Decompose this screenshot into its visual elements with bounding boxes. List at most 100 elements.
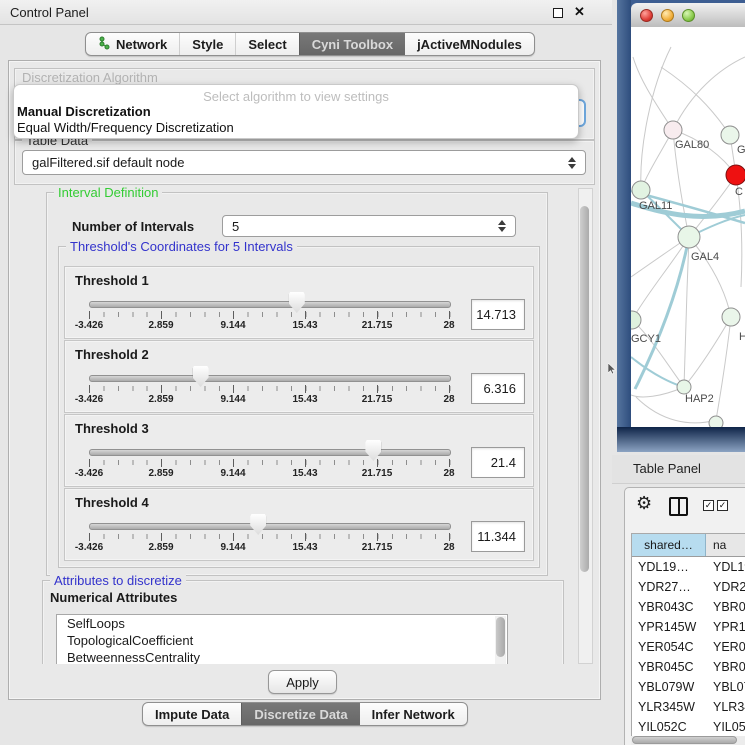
threshold-3-slider-track[interactable] xyxy=(89,449,451,456)
threshold-4-slider-track[interactable] xyxy=(89,523,451,530)
table-row[interactable]: YER054CYER05 xyxy=(632,637,745,657)
threshold-4-value-field[interactable]: 11.344 xyxy=(471,521,525,552)
node-bottom-cut[interactable] xyxy=(709,416,723,427)
spinner-arrows-icon[interactable] xyxy=(498,220,506,232)
checkbox-icon[interactable]: ✓ xyxy=(717,500,728,511)
cell-name[interactable]: YPR14 xyxy=(706,620,745,634)
table-data-combobox[interactable]: galFiltered.sif default node xyxy=(22,150,586,175)
slider-tick-labels: -3.4262.8599.14415.4321.71528 xyxy=(65,468,533,482)
cell-name[interactable]: YER05 xyxy=(706,640,745,654)
column-header-name[interactable]: na xyxy=(706,534,745,556)
tab-discretize-data[interactable]: Discretize Data xyxy=(241,703,359,725)
network-graph: GAL80 GA GAL11 C GAL4 GCY1 H HAP2 xyxy=(631,27,745,427)
tab-network[interactable]: Network xyxy=(86,33,179,55)
settings-vertical-scrollbar[interactable] xyxy=(578,188,593,664)
cell-shared-name[interactable]: YLR345W xyxy=(632,700,706,714)
column-header-shared-name[interactable]: shared… xyxy=(632,534,706,556)
cell-shared-name[interactable]: YBR043C xyxy=(632,600,706,614)
table-row[interactable]: YIL052CYIL05 xyxy=(632,717,745,737)
table-row[interactable]: YBR043CYBR04 xyxy=(632,597,745,617)
tab-infer-network[interactable]: Infer Network xyxy=(360,703,467,725)
table-row[interactable]: YBR045CYBR04 xyxy=(632,657,745,677)
node-gal80[interactable] xyxy=(664,121,682,139)
attribute-item[interactable]: BetweennessCentrality xyxy=(57,649,507,664)
table-row[interactable]: YLR345WYLR34 xyxy=(632,697,745,717)
checkbox-icon[interactable]: ✓ xyxy=(703,500,714,511)
node-selected-red[interactable] xyxy=(726,165,745,185)
node-h[interactable] xyxy=(722,308,740,326)
gear-icon[interactable]: ⚙ xyxy=(636,493,652,514)
apply-button[interactable]: Apply xyxy=(268,670,337,694)
cell-shared-name[interactable]: YBR045C xyxy=(632,660,706,674)
label-c-cut: C xyxy=(735,186,743,198)
table-row[interactable]: YDR27…YDR27 xyxy=(632,577,745,597)
threshold-1-value-field[interactable]: 14.713 xyxy=(471,299,525,330)
table-panel-header: Table Panel xyxy=(612,455,745,484)
cell-name[interactable]: YBL07 xyxy=(706,680,745,694)
tick-label: 21.715 xyxy=(362,394,393,405)
tab-style[interactable]: Style xyxy=(179,33,235,55)
cell-name[interactable]: YLR34 xyxy=(706,700,745,714)
tab-select[interactable]: Select xyxy=(235,33,298,55)
node-top-right[interactable] xyxy=(721,126,739,144)
cell-shared-name[interactable]: YDR27… xyxy=(632,580,706,594)
node-gal11[interactable] xyxy=(632,181,650,199)
threshold-1-label: Threshold 1 xyxy=(75,273,149,288)
tick-label: 15.43 xyxy=(292,468,317,479)
network-canvas[interactable]: GAL80 GA GAL11 C GAL4 GCY1 H HAP2 xyxy=(631,27,745,427)
cell-name[interactable]: YDR27 xyxy=(706,580,745,594)
spinner-arrows-icon[interactable] xyxy=(568,157,576,169)
close-icon[interactable]: ✕ xyxy=(574,4,585,20)
tick-label: -3.426 xyxy=(75,394,103,405)
table-horizontal-scrollbar[interactable] xyxy=(631,736,745,745)
node-hap2[interactable] xyxy=(677,380,691,394)
float-window-icon[interactable] xyxy=(553,8,563,18)
label-ga-cut: GA xyxy=(737,144,745,156)
cell-shared-name[interactable]: YER054C xyxy=(632,640,706,654)
threshold-2-label: Threshold 2 xyxy=(75,347,149,362)
attribute-item[interactable]: TopologicalCoefficient xyxy=(57,632,507,649)
threshold-2-slider-thumb[interactable] xyxy=(193,366,209,387)
threshold-2-value-field[interactable]: 6.316 xyxy=(471,373,525,404)
tick-label: 15.43 xyxy=(292,542,317,553)
mac-minimize-button[interactable] xyxy=(661,9,674,22)
table-row[interactable]: YBL079WYBL07 xyxy=(632,677,745,697)
cell-name[interactable]: YDL19 xyxy=(706,560,745,574)
cell-shared-name[interactable]: YDL19… xyxy=(632,560,706,574)
network-window-titlebar[interactable] xyxy=(631,3,745,28)
cell-shared-name[interactable]: YPR145W xyxy=(632,620,706,634)
threshold-1-slider-track[interactable] xyxy=(89,301,451,308)
scrollbar-thumb[interactable] xyxy=(580,206,589,572)
table-row[interactable]: YPR145WYPR14 xyxy=(632,617,745,637)
attributes-list-scrollbar[interactable] xyxy=(495,616,506,664)
dropdown-option-manual-discretization[interactable]: Manual Discretization xyxy=(17,104,151,119)
cell-name[interactable]: YBR04 xyxy=(706,660,745,674)
number-of-intervals-spinner[interactable]: 5 xyxy=(222,215,516,237)
threshold-3-block: Threshold 3 -3.4262.8599.14415.4321.7152… xyxy=(64,414,534,487)
dropdown-option-equal-width-frequency[interactable]: Equal Width/Frequency Discretization xyxy=(17,120,234,135)
columns-icon[interactable] xyxy=(669,497,688,516)
threshold-3-slider-thumb[interactable] xyxy=(365,440,381,461)
threshold-4-slider-thumb[interactable] xyxy=(250,514,266,535)
threshold-2-slider-track[interactable] xyxy=(89,375,451,382)
scrollbar-thumb[interactable] xyxy=(632,736,737,744)
cell-name[interactable]: YIL05 xyxy=(706,720,745,734)
network-window-bottom-border xyxy=(617,427,745,452)
threshold-3-value-field[interactable]: 21.4 xyxy=(471,447,525,478)
tab-jactivemnodules-label: jActiveMNodules xyxy=(417,37,522,52)
cell-name[interactable]: YBR04 xyxy=(706,600,745,614)
table-row[interactable]: YDL19…YDL19 xyxy=(632,557,745,577)
cell-shared-name[interactable]: YBL079W xyxy=(632,680,706,694)
mac-close-button[interactable] xyxy=(640,9,653,22)
tab-cyni-toolbox[interactable]: Cyni Toolbox xyxy=(299,33,405,55)
number-of-intervals-label: Number of Intervals xyxy=(72,219,194,234)
mac-zoom-button[interactable] xyxy=(682,9,695,22)
attribute-item[interactable]: SelfLoops xyxy=(57,615,507,632)
tab-jactivemnodules[interactable]: jActiveMNodules xyxy=(405,33,534,55)
tab-impute-data[interactable]: Impute Data xyxy=(143,703,241,725)
node-gcy1[interactable] xyxy=(631,311,641,329)
threshold-1-slider-thumb[interactable] xyxy=(289,292,305,313)
tick-label: 2.859 xyxy=(148,542,173,553)
cell-shared-name[interactable]: YIL052C xyxy=(632,720,706,734)
node-gal4[interactable] xyxy=(678,226,700,248)
